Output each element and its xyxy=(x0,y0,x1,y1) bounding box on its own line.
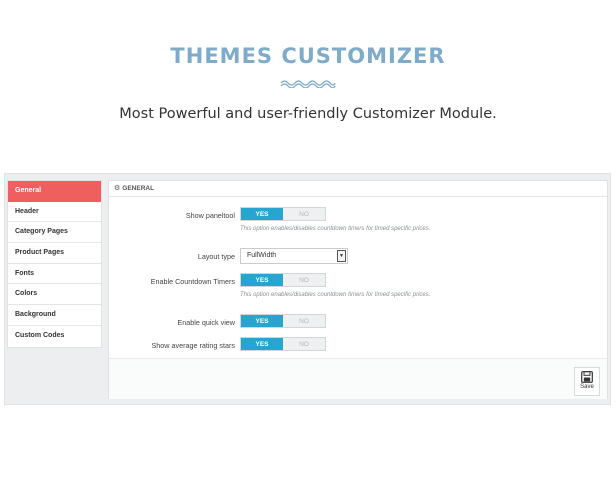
sidebar-item-category-pages[interactable]: Category Pages xyxy=(8,222,101,244)
countdown-toggle[interactable]: YES NO xyxy=(240,273,326,287)
sidebar-item-background[interactable]: Background xyxy=(8,305,101,326)
layout-type-label: Layout type xyxy=(197,252,235,261)
section-title: GENERAL xyxy=(122,185,155,192)
panel-footer xyxy=(109,359,607,399)
save-label: Save xyxy=(580,384,594,390)
rating-toggle[interactable]: YES NO xyxy=(240,337,326,351)
quickview-no[interactable]: NO xyxy=(283,315,325,327)
sidebar-item-header[interactable]: Header xyxy=(8,202,101,223)
save-icon xyxy=(581,371,593,383)
layout-type-select[interactable]: FullWidth ▼ xyxy=(240,248,348,264)
save-button[interactable]: Save xyxy=(574,367,600,396)
sidebar-item-product-pages[interactable]: Product Pages xyxy=(8,243,101,264)
chevron-down-icon[interactable]: ▼ xyxy=(337,250,346,262)
paneltool-yes[interactable]: YES xyxy=(241,208,283,220)
quickview-toggle[interactable]: YES NO xyxy=(240,314,326,328)
sidebar-item-colors[interactable]: Colors xyxy=(8,284,101,306)
paneltool-toggle[interactable]: YES NO xyxy=(240,207,326,221)
sidebar-item-custom-codes[interactable]: Custom Codes xyxy=(8,326,101,347)
settings-panel: ⚙ GENERAL Show paneltool YES NO This opti… xyxy=(108,180,608,399)
countdown-yes[interactable]: YES xyxy=(241,274,283,286)
rating-no[interactable]: NO xyxy=(283,338,325,350)
gear-icon: ⚙ xyxy=(114,185,121,192)
sidebar: General Header Category Pages Product Pa… xyxy=(7,180,102,348)
sidebar-item-fonts[interactable]: Fonts xyxy=(8,264,101,285)
page-subtitle: Most Powerful and user-friendly Customiz… xyxy=(119,106,497,122)
section-header: ⚙ GENERAL xyxy=(109,181,607,197)
countdown-label: Enable Countdown Timers xyxy=(150,277,235,286)
wave-divider-icon xyxy=(280,80,336,88)
paneltool-no[interactable]: NO xyxy=(283,208,325,220)
layout-type-value: FullWidth xyxy=(247,252,277,259)
countdown-help: This option enables/disables countdown t… xyxy=(240,292,431,298)
paneltool-label: Show paneltool xyxy=(185,211,235,220)
quickview-yes[interactable]: YES xyxy=(241,315,283,327)
page-title: THEMES CUSTOMIZER xyxy=(170,44,446,68)
countdown-no[interactable]: NO xyxy=(283,274,325,286)
paneltool-help: This option enables/disables countdown t… xyxy=(240,226,431,232)
rating-label: Show average rating stars xyxy=(151,341,236,350)
sidebar-item-general[interactable]: General xyxy=(8,181,101,202)
quickview-label: Enable quick view xyxy=(177,318,235,327)
rating-yes[interactable]: YES xyxy=(241,338,283,350)
